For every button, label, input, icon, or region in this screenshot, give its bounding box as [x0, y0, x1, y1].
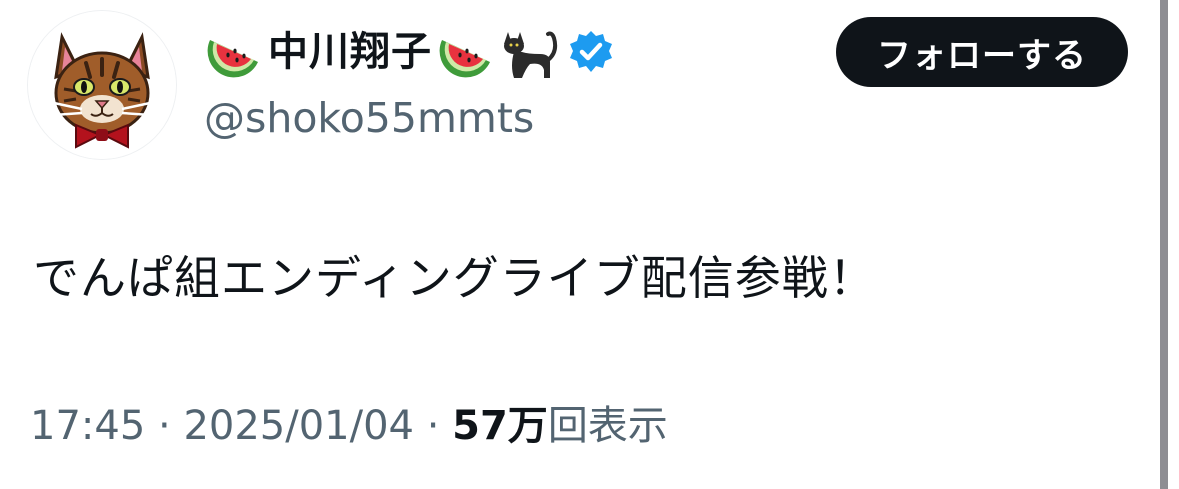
black-cat-icon: [500, 22, 560, 82]
scrollbar-edge: [1160, 0, 1168, 489]
cat-avatar-image: [28, 11, 176, 159]
follow-button[interactable]: フォローする: [836, 17, 1128, 87]
author-handle[interactable]: @shoko55mmts: [204, 92, 534, 144]
views-label: 回表示: [547, 403, 668, 449]
tweet-meta: 17:45 · 2025/01/04 · 57万回表示: [30, 398, 668, 454]
watermelon-icon: [436, 22, 496, 82]
verified-badge-icon[interactable]: [568, 29, 614, 75]
author-name-row[interactable]: 中川翔子: [204, 22, 614, 82]
avatar[interactable]: [28, 11, 176, 159]
watermelon-icon: [204, 22, 264, 82]
tweet-time[interactable]: 17:45: [30, 403, 145, 449]
tweet-text: でんぱ組エンディングライブ配信参戦！: [33, 251, 876, 305]
tweet-date[interactable]: 2025/01/04: [183, 403, 414, 449]
views-count[interactable]: 57万: [452, 403, 548, 449]
meta-separator: ·: [413, 403, 453, 449]
display-name[interactable]: 中川翔子: [268, 22, 432, 82]
meta-separator: ·: [145, 403, 184, 449]
